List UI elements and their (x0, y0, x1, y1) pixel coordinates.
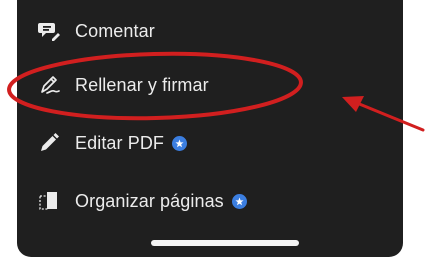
organize-pages-icon (37, 189, 61, 213)
menu-item-organizar-paginas[interactable]: Organizar páginas (37, 176, 247, 226)
menu-item-label: Rellenar y firmar (75, 74, 209, 95)
menu-item-editar-pdf[interactable]: Editar PDF (37, 118, 188, 168)
menu-item-comentar[interactable]: Comentar (37, 6, 155, 56)
menu-item-label: Comentar (75, 20, 155, 41)
home-indicator-bar (151, 240, 299, 246)
menu-item-rellenar-y-firmar[interactable]: Rellenar y firmar (37, 60, 209, 110)
signature-pen-icon (37, 73, 61, 97)
tools-menu-panel: Comentar Rellenar y firmar Editar PDF Or… (17, 0, 403, 257)
screenshot-frame: Comentar Rellenar y firmar Editar PDF Or… (0, 0, 425, 257)
menu-item-label: Organizar páginas (75, 190, 224, 211)
premium-badge-icon (172, 135, 188, 151)
comment-pen-icon (37, 19, 61, 43)
menu-item-label: Editar PDF (75, 132, 165, 153)
pencil-icon (37, 131, 61, 155)
premium-badge-icon (231, 193, 247, 209)
